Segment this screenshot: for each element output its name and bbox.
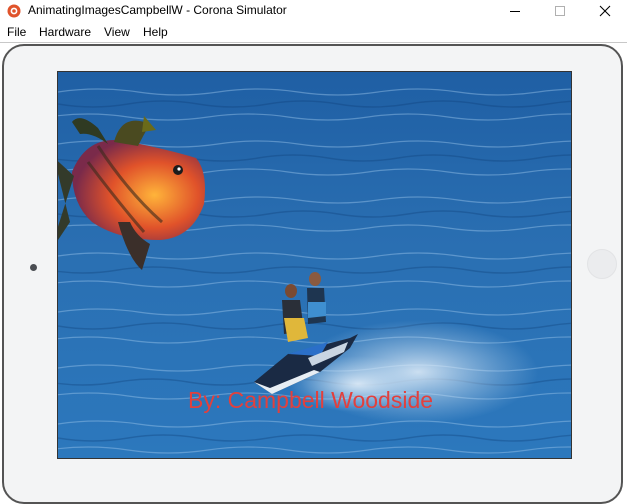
menu-hardware[interactable]: Hardware [39, 25, 91, 39]
menu-bar: File Hardware View Help [0, 22, 627, 43]
window-title: AnimatingImagesCampbellW - Corona Simula… [28, 3, 287, 17]
menu-view[interactable]: View [104, 25, 130, 39]
minimize-button[interactable] [492, 0, 538, 22]
maximize-icon [555, 6, 565, 16]
menu-help[interactable]: Help [143, 25, 168, 39]
title-bar: AnimatingImagesCampbellW - Corona Simula… [0, 0, 627, 22]
minimize-icon [510, 11, 520, 12]
close-button[interactable] [582, 0, 627, 22]
menu-file[interactable]: File [7, 25, 26, 39]
credit-text: By: Campbell Woodside [188, 387, 434, 413]
corona-app-icon [7, 4, 21, 18]
app-screen[interactable]: By: Campbell Woodside [57, 71, 572, 459]
maximize-button[interactable] [537, 0, 583, 22]
home-button[interactable] [587, 249, 617, 279]
camera-dot [30, 264, 37, 271]
close-icon [599, 5, 611, 17]
